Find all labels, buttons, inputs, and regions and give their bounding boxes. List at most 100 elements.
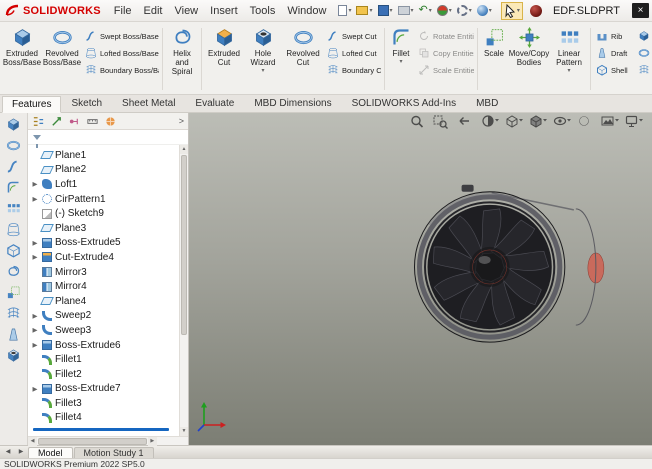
configurationmanager-tab-icon[interactable] — [68, 115, 81, 128]
scroll-left-arrow-icon[interactable]: ◀ — [28, 436, 37, 446]
tree-item[interactable]: Fillet2 — [31, 367, 177, 382]
tree-item[interactable]: ▶ Boss-Extrude5 — [31, 236, 177, 251]
fillet-button[interactable]: Fillet ▾ — [387, 24, 415, 94]
tab-sheet-metal[interactable]: Sheet Metal — [112, 95, 185, 112]
panel-expand-chevron-icon[interactable]: > — [179, 116, 184, 126]
expand-arrow-icon[interactable]: ▶ — [31, 195, 39, 203]
swept-cut-button[interactable]: Swept Cut — [327, 30, 381, 42]
shell-button[interactable]: Shell — [596, 64, 634, 76]
scale-entities-button[interactable]: Scale Entities — [418, 64, 474, 76]
extruded-boss-button[interactable]: Extruded Boss/Base — [2, 24, 42, 94]
rotate-entities-button[interactable]: Rotate Entities — [418, 30, 474, 42]
revolved-boss-button[interactable]: Revolved Boss/Base — [42, 24, 82, 94]
left-tool-icon[interactable] — [6, 327, 21, 342]
scroll-up-arrow-icon[interactable]: ▲ — [180, 145, 188, 154]
tab-motion-study-1[interactable]: Motion Study 1 — [73, 447, 154, 458]
expand-arrow-icon[interactable]: ▶ — [31, 385, 39, 393]
tree-vertical-scrollbar[interactable]: ▲ ▼ — [179, 145, 188, 436]
menu-edit[interactable]: Edit — [138, 3, 169, 19]
left-tool-icon[interactable] — [6, 117, 21, 132]
print-button[interactable]: ▾ — [397, 5, 415, 16]
graphics-viewport[interactable] — [189, 113, 652, 445]
tree-item[interactable]: Plane4 — [31, 294, 177, 309]
left-tool-icon[interactable] — [6, 243, 21, 258]
tree-item[interactable]: ▶ Boss-Extrude7 — [31, 382, 177, 397]
tree-item[interactable]: Plane3 — [31, 221, 177, 236]
tab-model[interactable]: Model — [28, 447, 73, 458]
left-tool-icon[interactable] — [6, 306, 21, 321]
tree-item[interactable]: ▶ Sweep2 — [31, 309, 177, 324]
scale-button[interactable]: Scale — [480, 24, 508, 94]
tree-item[interactable]: Plane1 — [31, 148, 177, 163]
tab-features[interactable]: Features — [2, 96, 62, 113]
featuremanager-tree-tab-icon[interactable] — [32, 115, 45, 128]
revolved-cut-button[interactable]: Revolved Cut — [282, 24, 324, 94]
left-tool-icon[interactable] — [6, 180, 21, 195]
extruded-cut-button[interactable]: Extruded Cut — [204, 24, 244, 94]
expand-arrow-icon[interactable]: ▶ — [31, 253, 39, 261]
tree-item[interactable]: Mirror3 — [31, 265, 177, 280]
hole-wizard-button[interactable]: Hole Wizard ▾ — [244, 24, 282, 94]
tree-item[interactable]: (-) Sketch9 — [31, 206, 177, 221]
mirror-button[interactable]: Mirror — [638, 64, 652, 76]
menu-file[interactable]: File — [108, 3, 138, 19]
tree-item[interactable]: Fillet1 — [31, 352, 177, 367]
menu-view[interactable]: View — [168, 3, 204, 19]
tab-evaluate[interactable]: Evaluate — [185, 95, 244, 112]
menu-window[interactable]: Window — [281, 3, 332, 19]
copy-entities-button[interactable]: Copy Entities — [418, 47, 474, 59]
propertymanager-tab-icon[interactable] — [50, 115, 63, 128]
left-tool-icon[interactable] — [6, 159, 21, 174]
lofted-cut-button[interactable]: Lofted Cut — [327, 47, 381, 59]
tab-scroll-left-icon[interactable]: ◀ — [2, 446, 14, 458]
left-tool-icon[interactable] — [6, 201, 21, 216]
rebuild-button[interactable]: ▾ — [436, 4, 453, 17]
tree-item[interactable]: Fillet3 — [31, 396, 177, 411]
scroll-right-arrow-icon[interactable]: ▶ — [147, 436, 157, 446]
tree-item[interactable]: Mirror4 — [31, 279, 177, 294]
tree-item[interactable]: Plane2 — [31, 163, 177, 178]
options-button[interactable]: ▾ — [456, 4, 473, 17]
zoom-to-fit-icon[interactable] — [411, 115, 424, 128]
previous-view-icon[interactable] — [459, 117, 469, 125]
save-button[interactable]: ▾ — [377, 4, 394, 17]
filter-funnel-icon[interactable] — [33, 134, 41, 148]
tab-mbd[interactable]: MBD — [466, 95, 508, 112]
open-button[interactable]: ▾ — [355, 5, 373, 16]
tree-item[interactable]: ▶ CirPattern1 — [31, 192, 177, 207]
expand-arrow-icon[interactable]: ▶ — [31, 326, 39, 334]
display-style-icon[interactable] — [530, 115, 547, 128]
tree-item[interactable]: ▶ Boss-Extrude6 — [31, 338, 177, 353]
model-edf-part[interactable] — [189, 113, 652, 445]
tab-scroll-right-icon[interactable]: ▶ — [15, 446, 27, 458]
draft-button[interactable]: Draft — [596, 47, 634, 59]
wrap-button[interactable]: Wrap — [638, 30, 652, 42]
new-document-button[interactable]: ▾ — [337, 4, 352, 17]
expand-arrow-icon[interactable]: ▶ — [31, 239, 39, 247]
nose-shaft[interactable] — [569, 252, 605, 284]
rollback-bar[interactable] — [33, 428, 169, 432]
tab-sketch[interactable]: Sketch — [61, 95, 112, 112]
edit-appearance-icon[interactable] — [579, 116, 589, 126]
left-tool-icon[interactable] — [6, 222, 21, 237]
menu-tools[interactable]: Tools — [244, 3, 282, 19]
tree-horizontal-scrollbar[interactable]: ◀ ▶ — [28, 436, 188, 446]
scrollbar-thumb[interactable] — [181, 155, 187, 336]
apply-scene-icon[interactable] — [601, 116, 619, 126]
boundary-cut-button[interactable]: Boundary Cut — [327, 64, 381, 76]
helix-spiral-button[interactable]: Helix and Spiral — [165, 24, 199, 94]
boundary-boss-button[interactable]: Boundary Boss/Base — [85, 64, 159, 76]
swept-boss-button[interactable]: Swept Boss/Base — [85, 30, 159, 42]
displaymanager-tab-icon[interactable] — [104, 115, 117, 128]
left-tool-icon[interactable] — [6, 138, 21, 153]
linear-pattern-button[interactable]: Linear Pattern ▾ — [550, 24, 588, 94]
tree-item[interactable]: ▶ Cut-Extrude4 — [31, 250, 177, 265]
close-button[interactable]: × — [632, 3, 649, 18]
appearance-button[interactable]: ▾ — [476, 4, 493, 17]
expand-arrow-icon[interactable]: ▶ — [31, 180, 39, 188]
section-view-icon[interactable] — [482, 115, 499, 127]
expand-arrow-icon[interactable]: ▶ — [31, 312, 39, 320]
hide-show-items-icon[interactable] — [553, 116, 572, 126]
lofted-boss-button[interactable]: Lofted Boss/Base — [85, 47, 159, 59]
zoom-to-area-icon[interactable] — [433, 115, 448, 129]
